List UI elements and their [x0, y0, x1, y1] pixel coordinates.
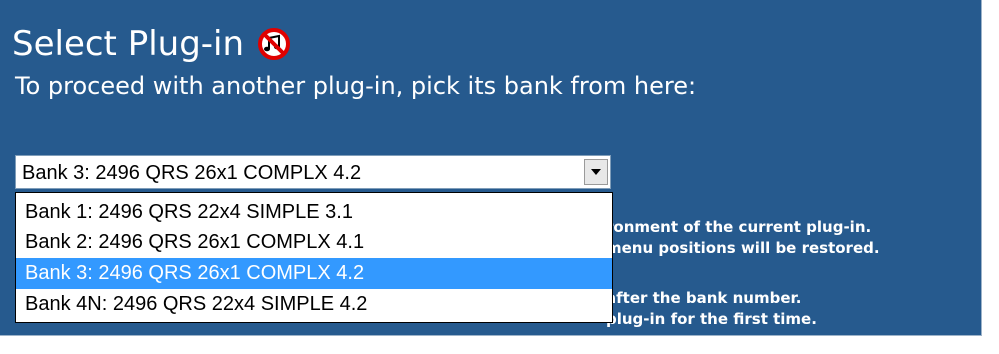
bank-option-3[interactable]: Bank 3: 2496 QRS 26x1 COMPLX 4.2: [16, 258, 612, 289]
dropdown-button[interactable]: [584, 159, 608, 185]
bank-option-4n[interactable]: Bank 4N: 2496 QRS 22x4 SIMPLE 4.2: [16, 289, 612, 320]
no-music-icon: [258, 28, 291, 60]
bank-option-1[interactable]: Bank 1: 2496 QRS 22x4 SIMPLE 3.1: [16, 197, 612, 228]
info-line-2: menu positions will be restored.: [606, 239, 880, 257]
info-line-4: plug-in for the first time.: [606, 310, 817, 328]
bank-select-value: Bank 3: 2496 QRS 26x1 COMPLX 4.2: [22, 162, 362, 184]
bank-select[interactable]: Bank 3: 2496 QRS 26x1 COMPLX 4.2: [15, 155, 611, 189]
page-subtitle: To proceed with another plug-in, pick it…: [15, 72, 697, 100]
info-line-3: after the bank number.: [606, 289, 802, 307]
bank-dropdown-list: Bank 1: 2496 QRS 22x4 SIMPLE 3.1 Bank 2:…: [15, 192, 613, 323]
chevron-down-icon: [591, 169, 601, 175]
info-line-1: ronment of the current plug-in.: [606, 218, 872, 236]
plugin-panel: Select Plug-in To proceed with another p…: [0, 0, 982, 336]
bank-option-2[interactable]: Bank 2: 2496 QRS 26x1 COMPLX 4.1: [16, 227, 612, 258]
title-row: Select Plug-in: [12, 22, 291, 66]
page-title: Select Plug-in: [12, 24, 245, 64]
